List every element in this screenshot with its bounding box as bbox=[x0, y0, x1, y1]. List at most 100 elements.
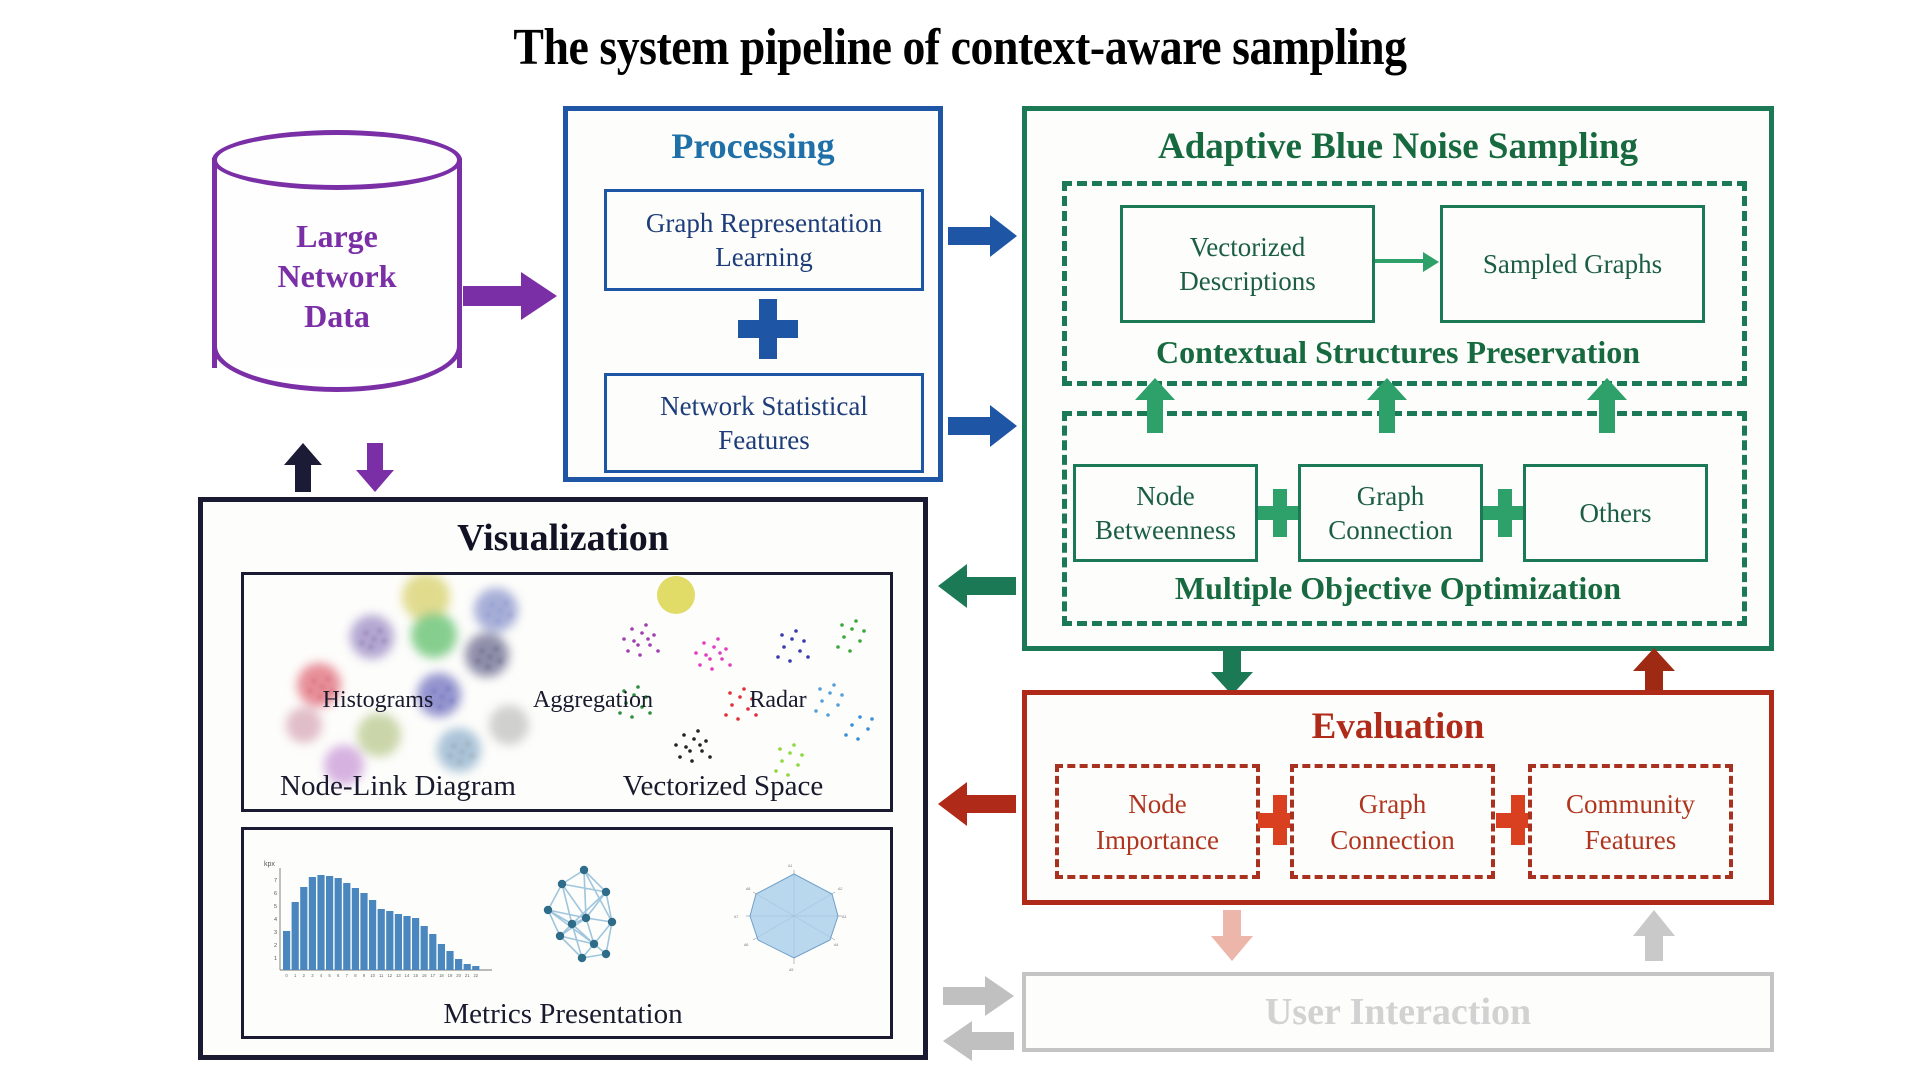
cfeat-line-1: Community bbox=[1565, 788, 1695, 819]
svg-text:A5: A5 bbox=[789, 968, 793, 972]
proc2-line-1: Network Statistical bbox=[660, 391, 868, 421]
arrow-left-icon-user-interaction-to-visualization bbox=[943, 1020, 1015, 1062]
nbet-line-1: Node bbox=[1136, 481, 1195, 511]
svg-text:18: 18 bbox=[439, 973, 444, 978]
plus-icon-processing bbox=[738, 299, 798, 359]
vecdesc-line-2: Descriptions bbox=[1179, 266, 1316, 296]
svg-text:3: 3 bbox=[311, 973, 314, 978]
graph-representation-learning-box[interactable]: Graph Representation Learning bbox=[604, 189, 924, 291]
gconn2-line-2: Connection bbox=[1330, 824, 1455, 855]
svg-text:22: 22 bbox=[473, 973, 478, 978]
arrow-right-icon-processing-to-sampling-bottom bbox=[948, 403, 1018, 449]
nimp-line-1: Node bbox=[1128, 788, 1187, 819]
processing-title: Processing bbox=[671, 126, 835, 166]
vectorized-descriptions-box[interactable]: Vectorized Descriptions bbox=[1120, 205, 1375, 323]
arrow-left-icon-evaluation-to-visualization bbox=[937, 780, 1017, 828]
graph-connection-box-sampling[interactable]: Graph Connection bbox=[1298, 464, 1483, 562]
plus-icon-objective-1 bbox=[1258, 489, 1302, 537]
node-importance-box[interactable]: Node Importance bbox=[1055, 764, 1260, 879]
svg-text:8: 8 bbox=[354, 973, 357, 978]
svg-text:7: 7 bbox=[274, 878, 277, 884]
svg-text:19: 19 bbox=[448, 973, 453, 978]
sampled-graphs-box[interactable]: Sampled Graphs bbox=[1440, 205, 1705, 323]
vectorized-space-label: Vectorized Space bbox=[622, 770, 824, 802]
arrow-up-icon-visualization-to-data bbox=[283, 443, 323, 493]
svg-text:1: 1 bbox=[294, 973, 297, 978]
network-statistical-features-box[interactable]: Network Statistical Features bbox=[604, 373, 924, 473]
page-title: The system pipeline of context-aware sam… bbox=[513, 19, 1407, 76]
svg-text:A8: A8 bbox=[746, 887, 750, 891]
svg-text:kpx: kpx bbox=[264, 861, 275, 868]
cylinder-label-line-3: Data bbox=[304, 298, 370, 334]
svg-text:0: 0 bbox=[285, 973, 288, 978]
svg-text:5: 5 bbox=[328, 973, 331, 978]
svg-text:A2: A2 bbox=[838, 887, 842, 891]
arrow-up-icon-objective-3 bbox=[1586, 378, 1628, 434]
cylinder-label-line-2: Network bbox=[277, 258, 397, 294]
svg-text:2: 2 bbox=[303, 973, 306, 978]
cylinder-top bbox=[212, 130, 462, 190]
user-interaction-title: User Interaction bbox=[1264, 991, 1532, 1033]
svg-text:10: 10 bbox=[370, 973, 375, 978]
svg-text:15: 15 bbox=[413, 973, 418, 978]
svg-text:6: 6 bbox=[337, 973, 340, 978]
svg-text:11: 11 bbox=[379, 973, 384, 978]
svg-text:20: 20 bbox=[456, 973, 461, 978]
arrow-up-icon-user-interaction-to-evaluation bbox=[1631, 910, 1677, 962]
multiple-objective-optimization-caption: Multiple Objective Optimization bbox=[1174, 570, 1622, 606]
graph-connection-box-evaluation[interactable]: Graph Connection bbox=[1290, 764, 1495, 879]
contextual-structures-preservation-caption: Contextual Structures Preservation bbox=[1155, 334, 1641, 370]
svg-text:1: 1 bbox=[274, 956, 277, 962]
svg-text:4: 4 bbox=[320, 973, 323, 978]
svg-text:12: 12 bbox=[387, 973, 392, 978]
svg-text:7: 7 bbox=[346, 973, 349, 978]
arrow-up-icon-evaluation-to-sampling bbox=[1631, 648, 1677, 696]
arrow-up-icon-objective-1 bbox=[1134, 378, 1176, 434]
processing-panel: Processing Graph Representation Learning… bbox=[563, 106, 943, 482]
gconn-line-2: Connection bbox=[1328, 515, 1453, 545]
gconn2-line-1: Graph bbox=[1358, 788, 1427, 819]
svg-text:A4: A4 bbox=[834, 943, 838, 947]
arrow-left-icon-sampling-to-visualization bbox=[937, 562, 1017, 610]
community-features-box[interactable]: Community Features bbox=[1528, 764, 1733, 879]
svg-text:A3: A3 bbox=[842, 915, 846, 919]
sampling-title: Adaptive Blue Noise Sampling bbox=[1157, 126, 1639, 167]
svg-text:13: 13 bbox=[396, 973, 401, 978]
metrics-presentation-caption: Metrics Presentation bbox=[443, 998, 683, 1030]
svg-text:A7: A7 bbox=[734, 915, 738, 919]
radar-label: Radar bbox=[749, 687, 807, 713]
histogram-chart: kpx 123 4567 0 1 2 3 4 5 6 7 8 9 10 11 1… bbox=[264, 861, 492, 978]
others-line-1: Others bbox=[1579, 498, 1652, 528]
arrow-right-icon-db-to-processing bbox=[463, 268, 559, 324]
nimp-line-2: Importance bbox=[1096, 824, 1219, 855]
svg-text:6: 6 bbox=[274, 891, 277, 897]
diagram-canvas: The system pipeline of context-aware sam… bbox=[0, 0, 1920, 1080]
svg-text:3: 3 bbox=[274, 930, 277, 936]
proc1-line-2: Learning bbox=[715, 242, 813, 272]
vecdesc-line-1: Vectorized bbox=[1189, 232, 1306, 262]
svg-text:16: 16 bbox=[422, 973, 427, 978]
visualization-title: Visualization bbox=[457, 517, 669, 559]
radar-chart: A1 A2 A3 A4 A5 A6 A7 A8 bbox=[734, 864, 846, 972]
node-link-diagram-label: Node-Link Diagram bbox=[280, 770, 516, 802]
svg-text:14: 14 bbox=[405, 973, 410, 978]
cfeat-line-2: Features bbox=[1584, 824, 1677, 855]
arrow-down-icon-evaluation-to-user-interaction bbox=[1209, 910, 1255, 962]
large-network-data-cylinder: Large Network Data bbox=[212, 130, 462, 395]
svg-text:9: 9 bbox=[363, 973, 366, 978]
arrow-down-icon-data-to-visualization bbox=[355, 443, 395, 493]
evaluation-title: Evaluation bbox=[1311, 706, 1485, 747]
node-betweenness-box[interactable]: Node Betweenness bbox=[1073, 464, 1258, 562]
arrow-up-icon-objective-2 bbox=[1366, 378, 1408, 434]
svg-text:21: 21 bbox=[465, 973, 470, 978]
proc1-line-1: Graph Representation bbox=[645, 208, 883, 238]
plus-icon-objective-2 bbox=[1483, 489, 1527, 537]
nbet-line-2: Betweenness bbox=[1095, 515, 1236, 545]
user-interaction-panel[interactable]: User Interaction bbox=[1022, 972, 1774, 1052]
arrow-down-icon-sampling-to-evaluation bbox=[1209, 648, 1255, 696]
svg-text:2: 2 bbox=[274, 943, 277, 949]
proc2-line-2: Features bbox=[718, 425, 810, 455]
others-box[interactable]: Others bbox=[1523, 464, 1708, 562]
visualization-panel: Visualization Node-Link Diagram Vectoriz… bbox=[198, 497, 928, 1060]
aggregation-label: Aggregation bbox=[533, 687, 653, 713]
